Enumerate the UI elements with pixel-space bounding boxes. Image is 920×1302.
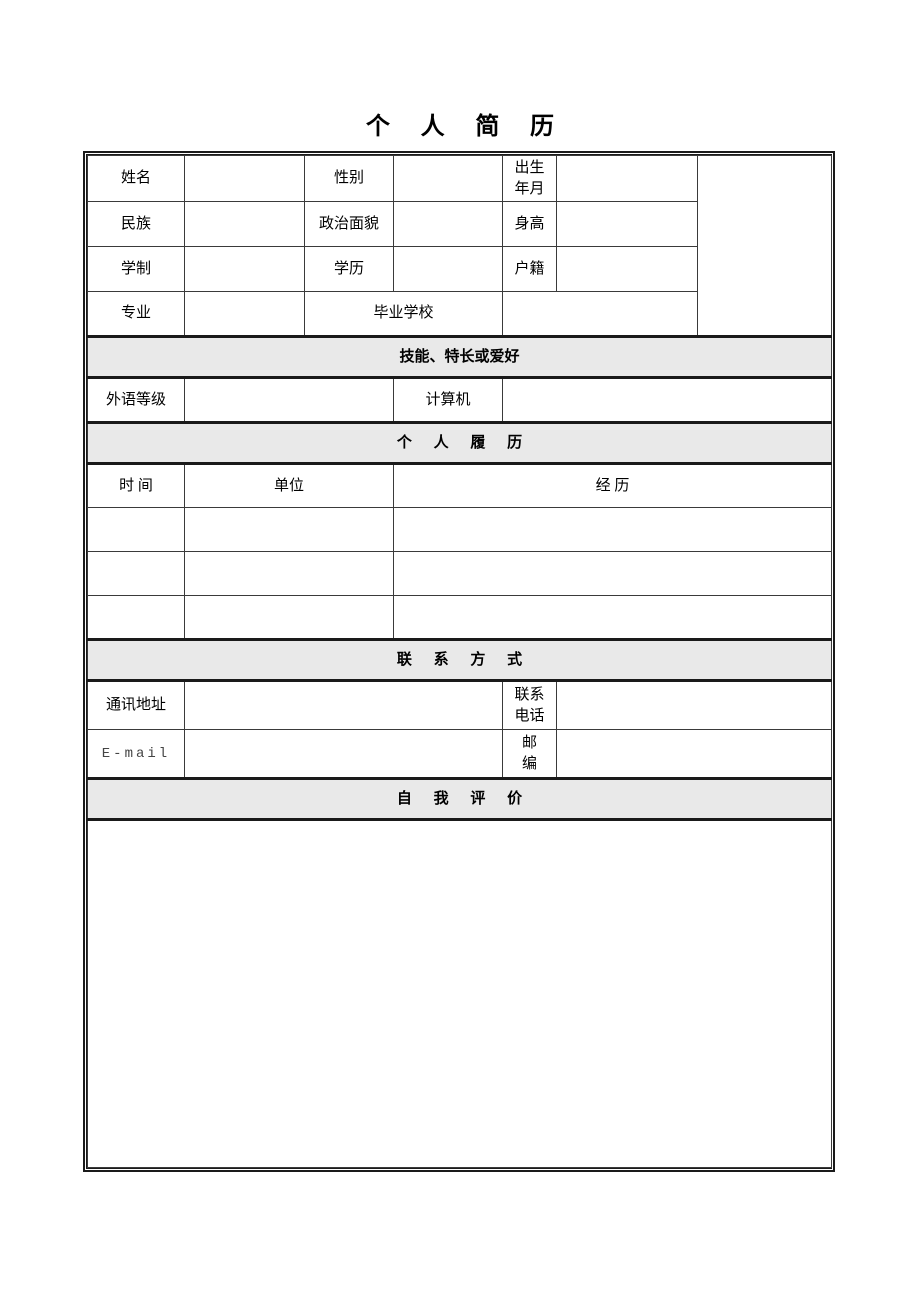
field-experience-unit[interactable] <box>184 551 394 596</box>
label-ethnicity: 民族 <box>87 201 185 247</box>
table-row-contact-address: 通讯地址 联系 电话 <box>87 680 832 730</box>
field-height[interactable] <box>556 201 698 247</box>
label-name: 姓名 <box>87 155 185 202</box>
table-row-experience <box>87 551 832 596</box>
label-graduate-school: 毕业学校 <box>304 291 503 337</box>
field-experience-detail[interactable] <box>393 507 832 552</box>
section-header-self-evaluation: 自 我 评 价 <box>87 777 832 821</box>
label-postcode: 邮 编 <box>502 729 557 779</box>
resume-table-frame: 姓名 性别 出生 年月 民族 政治面貌 身高 学制 学历 户籍 专业 毕业学校 … <box>83 151 835 1172</box>
label-foreign-language-level: 外语等级 <box>87 377 185 423</box>
field-email[interactable] <box>184 729 503 779</box>
column-header-unit: 单位 <box>184 463 394 508</box>
label-household-registration: 户籍 <box>502 246 557 292</box>
experience-header-row: 时 间 单位 经 历 <box>87 463 832 508</box>
table-row-experience <box>87 507 832 552</box>
label-phone: 联系 电话 <box>502 680 557 730</box>
label-political-status: 政治面貌 <box>304 201 394 247</box>
field-experience-unit[interactable] <box>184 507 394 552</box>
label-height: 身高 <box>502 201 557 247</box>
table-row-experience <box>87 595 832 640</box>
label-address: 通讯地址 <box>87 680 185 730</box>
field-graduate-school[interactable] <box>502 291 698 337</box>
field-gender[interactable] <box>393 155 503 202</box>
field-major[interactable] <box>184 291 305 337</box>
field-household-registration[interactable] <box>556 246 698 292</box>
photo-placeholder[interactable] <box>697 155 832 337</box>
label-email: E-mail <box>87 729 185 779</box>
field-self-evaluation[interactable] <box>87 819 832 1168</box>
field-education[interactable] <box>393 246 503 292</box>
field-ethnicity[interactable] <box>184 201 305 247</box>
field-phone[interactable] <box>556 680 832 730</box>
field-computer-skill[interactable] <box>502 377 832 423</box>
field-experience-time[interactable] <box>87 507 185 552</box>
table-row-contact-email: E-mail 邮 编 <box>87 729 832 779</box>
column-header-time: 时 间 <box>87 463 185 508</box>
table-row-self-evaluation <box>87 819 832 1168</box>
resume-page: 个 人 简 历 姓名 性别 出生 年月 民族 政治面貌 身高 学制 学历 户籍 … <box>0 0 920 1302</box>
table-row-skills: 外语等级 计算机 <box>87 377 832 423</box>
section-header-experience-label: 个 人 履 历 <box>87 421 832 465</box>
field-name[interactable] <box>184 155 305 202</box>
field-experience-time[interactable] <box>87 595 185 640</box>
table-row-basic-1: 姓名 性别 出生 年月 <box>87 155 832 337</box>
label-gender: 性别 <box>304 155 394 202</box>
field-postcode[interactable] <box>556 729 832 779</box>
section-header-self-evaluation-label: 自 我 评 价 <box>87 777 832 821</box>
field-experience-time[interactable] <box>87 551 185 596</box>
section-header-skills: 技能、特长或爱好 <box>87 335 832 379</box>
field-birthdate[interactable] <box>556 155 698 202</box>
label-major: 专业 <box>87 291 185 337</box>
label-school-system: 学制 <box>87 246 185 292</box>
label-computer-skill: 计算机 <box>393 377 503 423</box>
section-header-contact-label: 联 系 方 式 <box>87 638 832 682</box>
page-title: 个 人 简 历 <box>365 113 566 140</box>
field-address[interactable] <box>184 680 503 730</box>
field-experience-unit[interactable] <box>184 595 394 640</box>
label-education: 学历 <box>304 246 394 292</box>
field-foreign-language-level[interactable] <box>184 377 394 423</box>
section-header-skills-label: 技能、特长或爱好 <box>87 335 832 379</box>
section-header-experience: 个 人 履 历 <box>87 421 832 465</box>
label-birthdate: 出生 年月 <box>502 155 557 202</box>
section-header-contact: 联 系 方 式 <box>87 638 832 682</box>
field-political-status[interactable] <box>393 201 503 247</box>
resume-table: 姓名 性别 出生 年月 民族 政治面貌 身高 学制 学历 户籍 专业 毕业学校 … <box>87 155 832 1168</box>
column-header-experience: 经 历 <box>393 463 832 508</box>
field-school-system[interactable] <box>184 246 305 292</box>
field-experience-detail[interactable] <box>393 551 832 596</box>
field-experience-detail[interactable] <box>393 595 832 640</box>
